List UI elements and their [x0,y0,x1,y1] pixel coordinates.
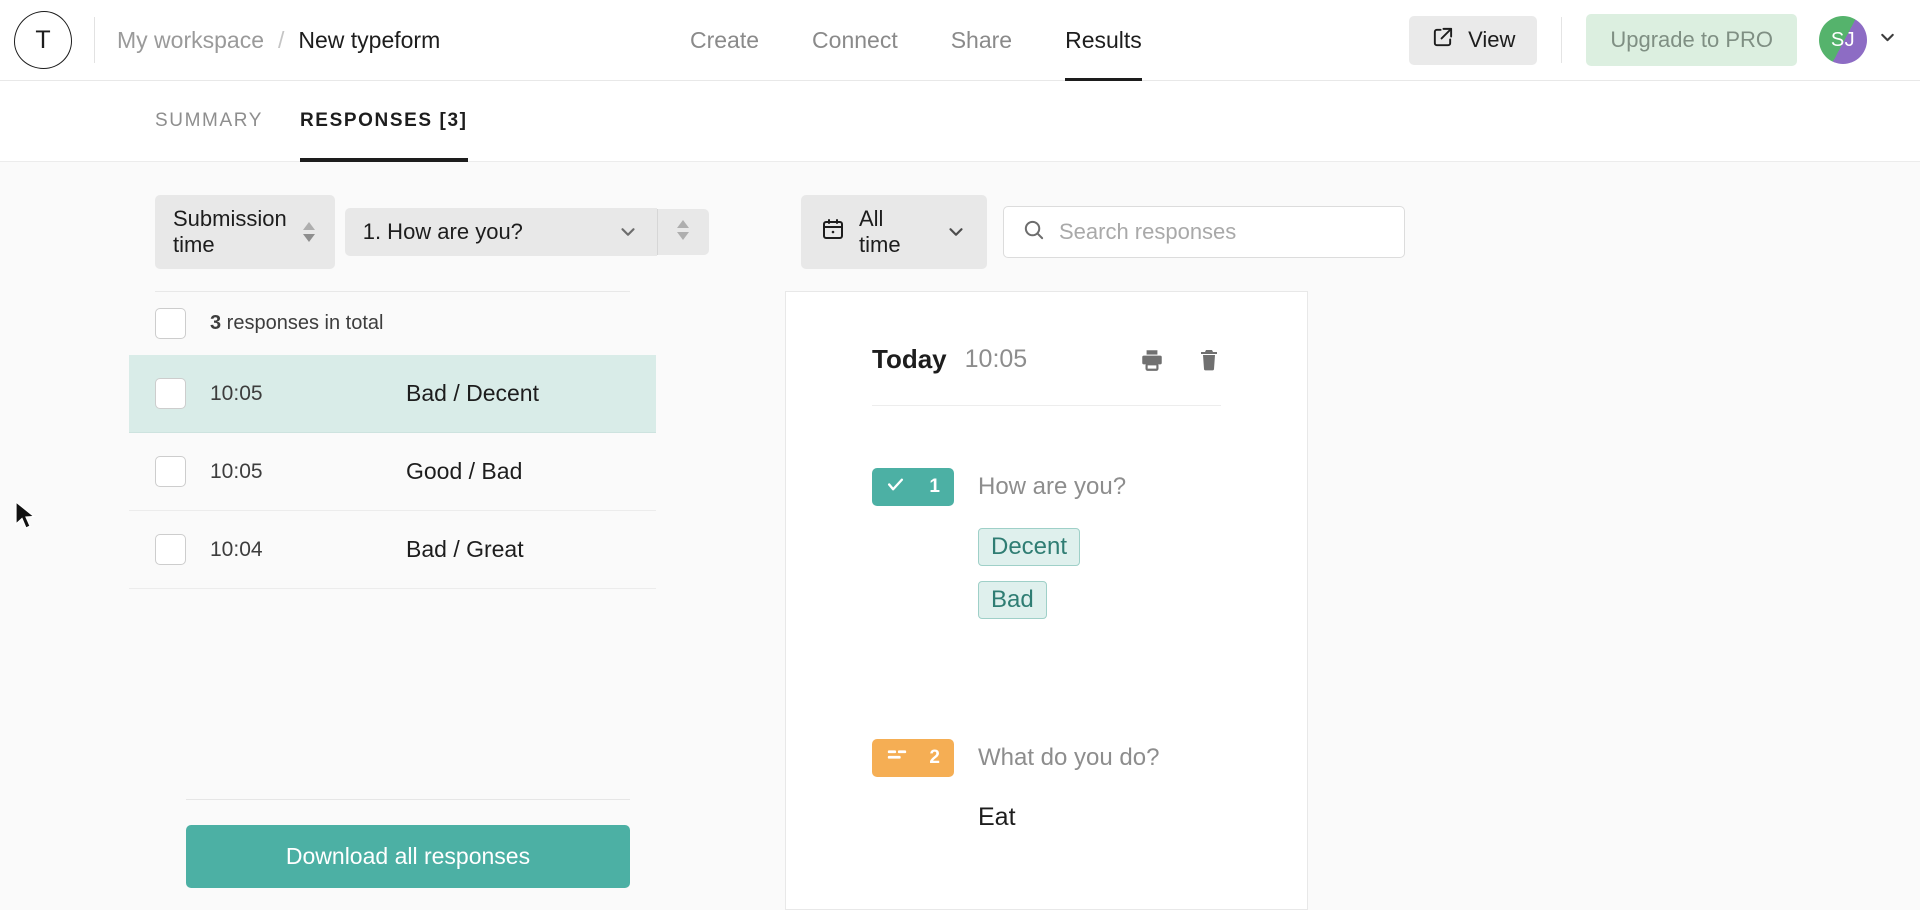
logo-container[interactable]: T [0,11,72,69]
account-menu[interactable]: SJ [1819,16,1898,64]
question-sort-button[interactable] [656,209,709,255]
response-detail-panel: All time Today 10:05 [785,162,1920,910]
mouse-cursor [14,500,38,538]
responses-list-panel: Submission time 1. How are you? 3 respon… [0,162,785,910]
table-row[interactable]: 10:04 Bad / Great [129,511,656,589]
breadcrumb-separator: / [277,26,285,53]
view-button[interactable]: View [1409,15,1538,65]
results-subtabs: SUMMARY RESPONSES [3] [0,81,1920,162]
row-label: Good / Bad [406,458,523,484]
view-button-label: View [1468,27,1516,52]
question-title: How are you? [978,473,1127,500]
question-select-label: 1. How are you? [362,219,523,244]
external-link-icon [1431,26,1454,55]
header-actions: View Upgrade to PRO SJ [1409,14,1920,66]
response-time-label: 10:05 [964,345,1028,373]
search-container [1002,206,1405,258]
select-all-checkbox[interactable] [155,308,186,339]
sort-updown-icon [301,219,317,245]
date-range-select[interactable]: All time [801,195,987,269]
sort-updown-icon [675,217,691,248]
checkmark-icon [886,475,905,500]
search-input[interactable] [1058,219,1386,245]
table-row[interactable]: 10:05 Bad / Decent [129,355,656,433]
results-body: Submission time 1. How are you? 3 respon… [0,162,1920,910]
detail-filter-row: All time [785,195,1920,269]
typeform-logo-icon[interactable]: T [14,11,72,69]
download-all-responses-button[interactable]: Download all responses [186,825,630,888]
question-type-badge-short-text: 2 [872,739,954,777]
row-time: 10:04 [210,537,263,561]
delete-icon[interactable] [1197,347,1221,373]
upgrade-to-pro-button[interactable]: Upgrade to PRO [1586,14,1797,66]
nav-tab-share[interactable]: Share [951,0,1012,81]
row-checkbox[interactable] [155,456,186,487]
row-checkbox[interactable] [155,534,186,565]
row-time: 10:05 [210,381,263,405]
main-nav: Create Connect Share Results [690,0,1142,81]
breadcrumb-current[interactable]: New typeform [298,27,440,54]
response-detail-card: Today 10:05 1 How are you? Decent Bad 2 … [785,291,1308,910]
top-header: T My workspace / New typeform Create Con… [0,0,1920,81]
question-number: 2 [929,747,940,768]
search-icon [1022,218,1045,246]
calendar-icon [821,217,845,247]
response-actions [1139,347,1221,373]
tab-summary[interactable]: SUMMARY [155,81,263,162]
response-detail-header: Today 10:05 [872,292,1221,406]
header-actions-divider [1561,17,1563,63]
total-responses-count: 3 [210,312,222,334]
answer-chip: Decent [978,528,1081,566]
question-block: 2 What do you do? Eat [872,739,1221,832]
question-type-badge-multiple-choice: 1 [872,468,954,506]
list-header: 3 responses in total [155,291,630,355]
nav-tab-connect[interactable]: Connect [812,0,898,81]
list-filter-row: Submission time 1. How are you? [155,162,709,291]
row-label: Bad / Great [406,536,524,562]
chevron-down-icon [945,221,967,243]
row-checkbox[interactable] [155,378,186,409]
question-title: What do you do? [978,744,1160,771]
breadcrumb-workspace[interactable]: My workspace [117,27,264,54]
chevron-down-icon[interactable] [1877,27,1898,53]
question-select[interactable]: 1. How are you? [344,208,657,256]
sort-label: Submission time [173,206,287,257]
download-divider [186,799,630,800]
header-divider [94,17,95,63]
answer-chip: Bad [978,581,1047,619]
nav-tab-create[interactable]: Create [690,0,759,81]
breadcrumb: My workspace / New typeform [117,27,440,54]
date-range-label: All time [859,206,901,257]
question-number: 1 [929,476,940,497]
short-text-icon [886,746,908,770]
download-section: Download all responses [186,799,630,888]
total-responses-label: 3 responses in total [210,312,383,335]
total-responses-text: responses in total [221,312,384,334]
row-time: 10:05 [210,459,263,483]
question-block: 1 How are you? Decent Bad [872,468,1221,619]
tab-responses[interactable]: RESPONSES [3] [299,81,468,162]
answer-text: Eat [978,803,1016,831]
chevron-down-icon [617,221,639,243]
sort-by-submission-time-button[interactable]: Submission time [155,195,335,269]
print-icon[interactable] [1139,347,1165,373]
answer-chips: Decent Bad [978,528,1126,619]
nav-tab-results[interactable]: Results [1065,0,1142,81]
row-label: Bad / Decent [406,380,539,406]
avatar[interactable]: SJ [1819,16,1867,64]
response-day-label: Today [872,344,947,374]
table-row[interactable]: 10:05 Good / Bad [129,433,656,511]
question-filter-group: 1. How are you? [344,208,709,256]
